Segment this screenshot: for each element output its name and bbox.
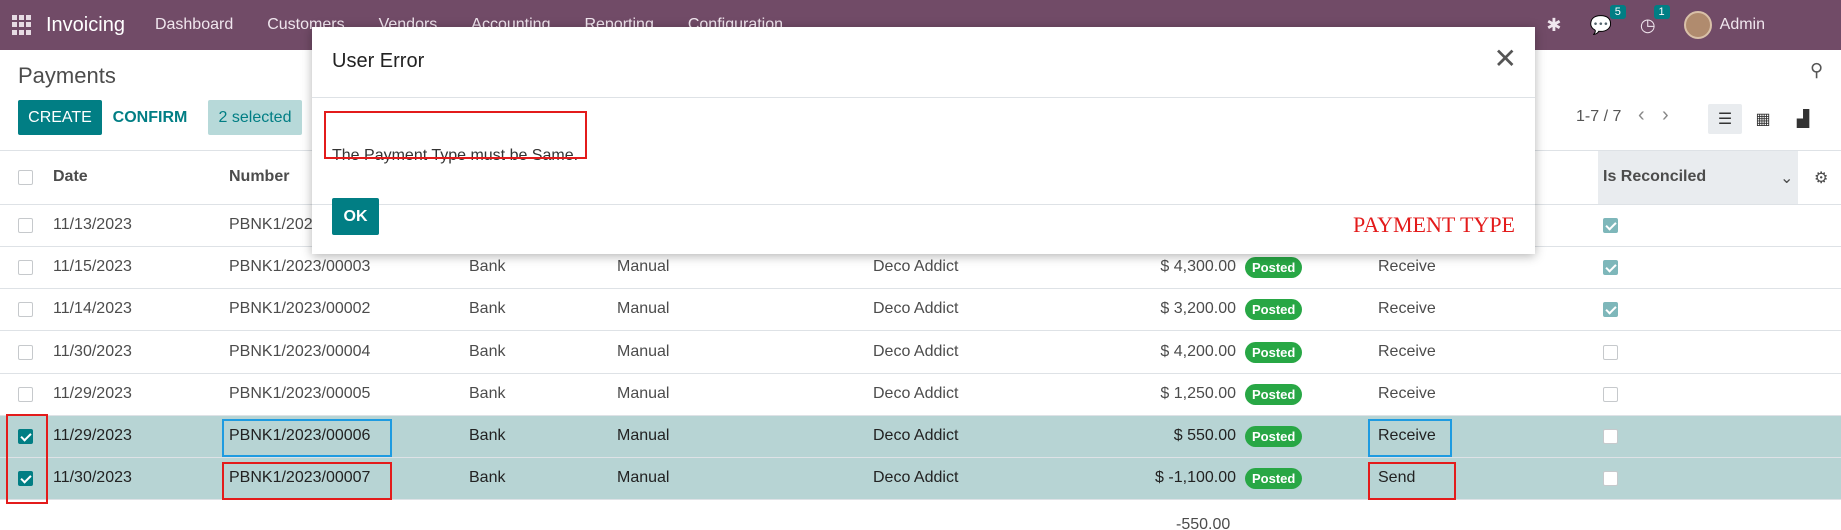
error-message: The Payment Type must be Same. bbox=[332, 147, 579, 164]
close-icon[interactable]: ✕ bbox=[1494, 45, 1517, 73]
dialog-header: User Error ✕ bbox=[312, 27, 1535, 98]
user-error-dialog: User Error ✕ The Payment Type must be Sa… bbox=[312, 27, 1535, 254]
ok-button[interactable]: OK bbox=[332, 198, 379, 235]
dialog-body: The Payment Type must be Same. bbox=[312, 98, 1535, 205]
dialog-title: User Error bbox=[332, 50, 425, 72]
annotation-label: PAYMENT TYPE bbox=[1352, 212, 1515, 237]
